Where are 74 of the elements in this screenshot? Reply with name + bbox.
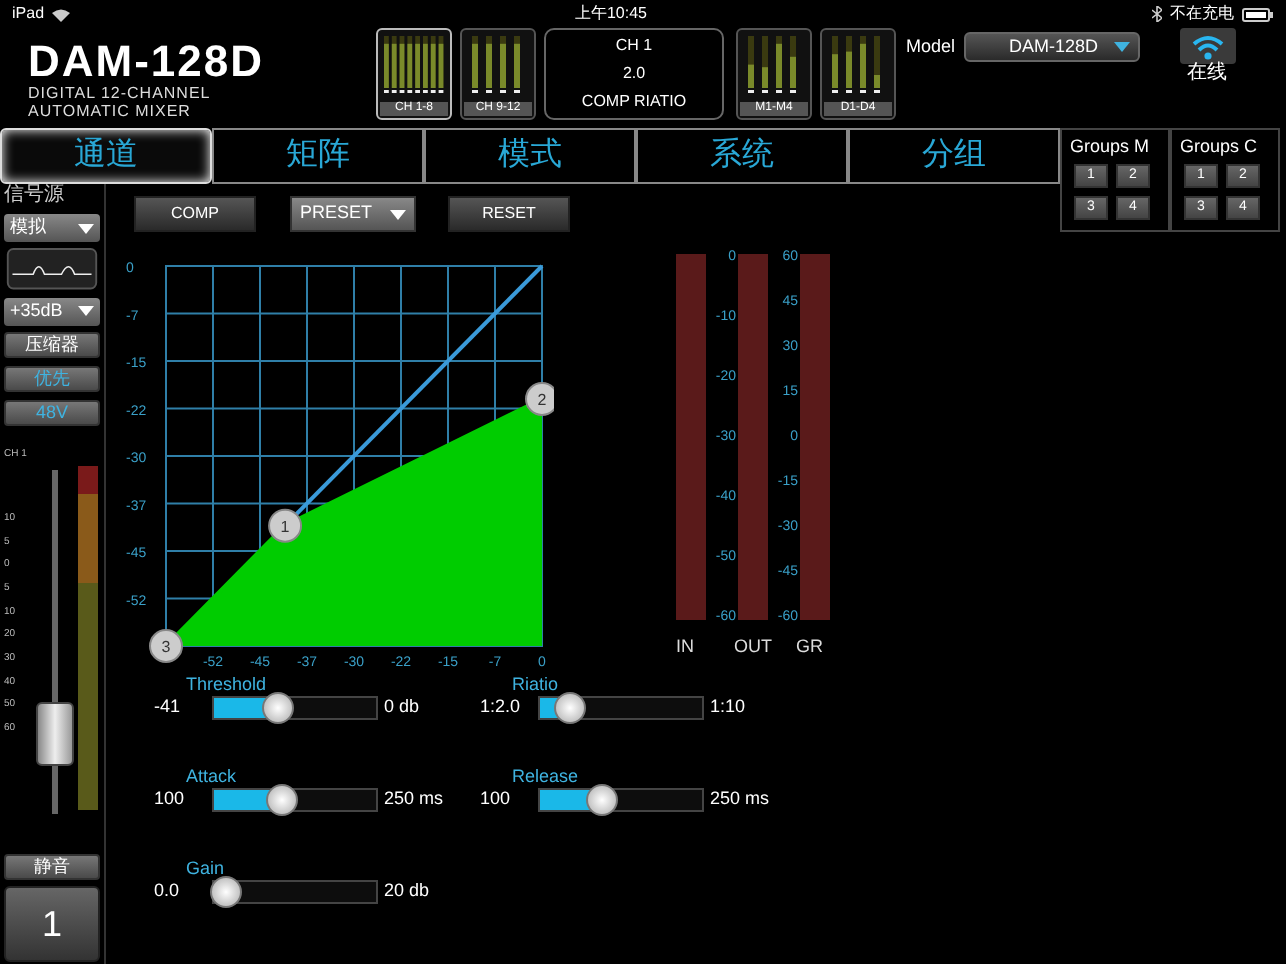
tab[interactable]: 矩阵 — [212, 128, 424, 184]
wifi-icon — [52, 7, 71, 21]
slider-max-label: 250 ms — [710, 786, 770, 812]
slider-value: 0.0 — [154, 878, 182, 904]
bluetooth-icon — [1151, 6, 1162, 22]
slider-value: 100 — [480, 786, 513, 812]
slider-track[interactable] — [212, 787, 378, 812]
slider-track[interactable] — [538, 695, 704, 720]
tab[interactable]: 模式 — [424, 128, 636, 184]
reset-button[interactable]: RESET — [448, 196, 570, 232]
slider-thumb[interactable] — [261, 691, 294, 724]
source-select[interactable]: 模拟 — [4, 214, 100, 243]
mute-button[interactable]: 静音 — [4, 853, 100, 881]
status-time: 上午10:45 — [574, 2, 648, 26]
info-text: 2.0 — [622, 62, 646, 86]
charging-status: 不在充电 — [1169, 2, 1234, 26]
eq-curve-icon — [4, 248, 100, 290]
meter-label: IN — [676, 636, 694, 656]
toggle-button[interactable]: 压缩器 — [4, 331, 100, 358]
slider-thumb[interactable] — [585, 783, 618, 816]
battery-icon — [1241, 7, 1274, 21]
slider-track[interactable] — [212, 879, 378, 904]
logo-subtitle: DIGITAL 12-CHANNEL — [28, 84, 213, 102]
slider-thumb[interactable] — [210, 875, 243, 908]
meter-label: OUT — [734, 636, 772, 656]
caret-icon — [78, 223, 94, 234]
curve-node[interactable]: 2 — [525, 382, 554, 416]
meter-bank-icon — [382, 34, 446, 94]
info-text: COMP RIATIO — [581, 90, 687, 114]
slider-value: 100 — [154, 786, 187, 812]
annotation: 1 — [280, 517, 291, 536]
slider-max-label: 0 db — [384, 694, 420, 720]
annotation: 3 — [161, 638, 172, 656]
slider-track[interactable] — [212, 695, 378, 720]
logo-subtitle: AUTOMATIC MIXER — [28, 102, 193, 120]
slider-thumb[interactable] — [554, 691, 587, 724]
slider-label: Gain — [184, 858, 227, 878]
slider-max-label: 250 ms — [384, 786, 444, 812]
slider-label: Riatio — [510, 674, 561, 694]
tab[interactable]: 分组 — [848, 128, 1060, 184]
slider-value: 1:2.0 — [480, 694, 523, 720]
caret-icon — [78, 306, 94, 317]
slider-max-label: 20 db — [384, 878, 430, 904]
caret-icon — [1113, 42, 1130, 52]
source-label: 信号源 — [4, 186, 66, 206]
caret-icon — [390, 209, 406, 219]
model-select[interactable]: DAM-128D — [963, 32, 1140, 62]
fader-thumb[interactable] — [36, 702, 74, 767]
slider-label: Threshold — [184, 674, 269, 694]
channel-number-button[interactable]: 1 — [4, 886, 100, 963]
slider-max-label: 1:10 — [710, 694, 746, 720]
connection-status: 在线 — [1187, 64, 1228, 84]
wifi-button[interactable] — [1179, 28, 1236, 64]
gain-select[interactable]: +35dB — [4, 297, 100, 326]
curve-node[interactable]: 3 — [149, 629, 183, 663]
group-title: Groups M — [1070, 136, 1150, 156]
tab[interactable]: 通道 — [0, 128, 212, 184]
slider-label: Release — [510, 766, 581, 786]
slider-label: Attack — [184, 766, 239, 786]
meter-label: GR — [796, 636, 823, 656]
group-title: Groups C — [1180, 136, 1258, 156]
tab[interactable]: 系统 — [636, 128, 848, 184]
preset-select[interactable]: PRESET — [290, 196, 416, 232]
slider-track[interactable] — [538, 787, 704, 812]
device-name: iPad — [12, 2, 45, 26]
comp-button[interactable]: COMP — [134, 196, 256, 232]
annotation: 2 — [537, 391, 548, 409]
model-label: Model — [906, 33, 956, 60]
wifi-icon — [1191, 33, 1224, 59]
slider-thumb[interactable] — [266, 783, 299, 816]
slider-value: -41 — [154, 694, 183, 720]
curve-node[interactable]: 1 — [268, 508, 303, 543]
info-text: CH 1 — [615, 34, 653, 58]
logo-title: DAM-128D — [28, 40, 267, 84]
